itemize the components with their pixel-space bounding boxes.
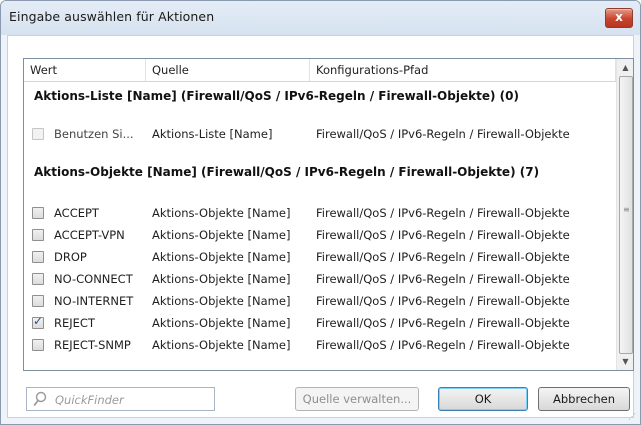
quickfinder-placeholder: QuickFinder: [55, 393, 124, 407]
checkmark-icon: ✓: [33, 314, 44, 328]
quickfinder-input[interactable]: QuickFinder: [26, 387, 215, 411]
row-value: REJECT: [54, 316, 95, 330]
group-header-aktions-objekte: Aktions-Objekte [Name] (Firewall/QoS / I…: [34, 165, 540, 179]
row-value: REJECT-SNMP: [54, 338, 131, 352]
row-path: Firewall/QoS / IPv6-Regeln / Firewall-Ob…: [316, 272, 570, 286]
window-title: Eingabe auswählen für Aktionen: [9, 9, 215, 24]
row-value: NO-CONNECT: [54, 272, 133, 286]
chevron-up-icon[interactable]: ▲: [617, 59, 633, 76]
row-path: Firewall/QoS / IPv6-Regeln / Firewall-Ob…: [316, 206, 570, 220]
row-checkbox[interactable]: [32, 295, 44, 307]
row-path: Firewall/QoS / IPv6-Regeln / Firewall-Ob…: [316, 294, 570, 308]
row-source: Aktions-Liste [Name]: [152, 127, 273, 141]
group-header-aktions-liste: Aktions-Liste [Name] (Firewall/QoS / IPv…: [34, 89, 519, 103]
cancel-button[interactable]: Abbrechen: [538, 387, 630, 411]
row-checkbox[interactable]: [32, 273, 44, 285]
dialog-window: Eingabe auswählen für Aktionen x Wert Qu…: [0, 0, 641, 425]
row-path: Firewall/QoS / IPv6-Regeln / Firewall-Ob…: [316, 127, 570, 141]
row-source: Aktions-Objekte [Name]: [152, 316, 291, 330]
resize-grip-icon[interactable]: ⋰: [628, 412, 638, 422]
ok-button[interactable]: OK: [438, 387, 528, 411]
row-source: Aktions-Objekte [Name]: [152, 338, 291, 352]
row-checkbox[interactable]: [32, 229, 44, 241]
row-source: Aktions-Objekte [Name]: [152, 228, 291, 242]
manage-sources-button[interactable]: Quelle verwalten...: [295, 387, 419, 411]
list-header: Wert Quelle Konfigurations-Pfad: [24, 59, 616, 82]
list-item[interactable]: NO-CONNECT Aktions-Objekte [Name] Firewa…: [24, 269, 616, 291]
scrollbar-thumb[interactable]: ≡: [619, 76, 633, 354]
row-value: NO-INTERNET: [54, 294, 134, 308]
row-source: Aktions-Objekte [Name]: [152, 250, 291, 264]
list-item[interactable]: ACCEPT Aktions-Objekte [Name] Firewall/Q…: [24, 203, 616, 225]
list-item[interactable]: ✓ REJECT Aktions-Objekte [Name] Firewall…: [24, 313, 616, 335]
column-header-quelle[interactable]: Quelle: [146, 59, 310, 81]
row-path: Firewall/QoS / IPv6-Regeln / Firewall-Ob…: [316, 228, 570, 242]
selection-list: Wert Quelle Konfigurations-Pfad Aktions-…: [23, 58, 634, 371]
row-path: Firewall/QoS / IPv6-Regeln / Firewall-Ob…: [316, 316, 570, 330]
title-bar[interactable]: Eingabe auswählen für Aktionen x: [1, 1, 640, 35]
column-header-wert[interactable]: Wert: [24, 59, 146, 81]
chevron-down-icon[interactable]: ▼: [617, 353, 633, 370]
vertical-scrollbar[interactable]: ▲ ≡ ▼: [616, 59, 633, 370]
row-checkbox[interactable]: [32, 339, 44, 351]
row-source: Aktions-Objekte [Name]: [152, 206, 291, 220]
grip-icon: ≡: [623, 205, 630, 214]
list-item[interactable]: NO-INTERNET Aktions-Objekte [Name] Firew…: [24, 291, 616, 313]
row-checkbox[interactable]: [32, 251, 44, 263]
list-item[interactable]: REJECT-SNMP Aktions-Objekte [Name] Firew…: [24, 335, 616, 357]
row-checkbox[interactable]: [32, 207, 44, 219]
row-source: Aktions-Objekte [Name]: [152, 272, 291, 286]
row-source: Aktions-Objekte [Name]: [152, 294, 291, 308]
row-value: ACCEPT-VPN: [54, 228, 125, 242]
list-item[interactable]: ACCEPT-VPN Aktions-Objekte [Name] Firewa…: [24, 225, 616, 247]
row-value: ACCEPT: [54, 206, 99, 220]
close-icon: x: [615, 10, 623, 24]
row-path: Firewall/QoS / IPv6-Regeln / Firewall-Ob…: [316, 250, 570, 264]
row-value: DROP: [54, 250, 87, 264]
column-header-pfad[interactable]: Konfigurations-Pfad: [310, 59, 616, 81]
list-item[interactable]: DROP Aktions-Objekte [Name] Firewall/QoS…: [24, 247, 616, 269]
search-icon: [33, 391, 47, 407]
list-item: Benutzen Si... Aktions-Liste [Name] Fire…: [24, 124, 616, 146]
row-path: Firewall/QoS / IPv6-Regeln / Firewall-Ob…: [316, 338, 570, 352]
row-checkbox-checked[interactable]: ✓: [32, 314, 44, 329]
row-checkbox: [32, 128, 44, 140]
close-button[interactable]: x: [605, 8, 633, 28]
row-value: Benutzen Si...: [54, 127, 134, 141]
